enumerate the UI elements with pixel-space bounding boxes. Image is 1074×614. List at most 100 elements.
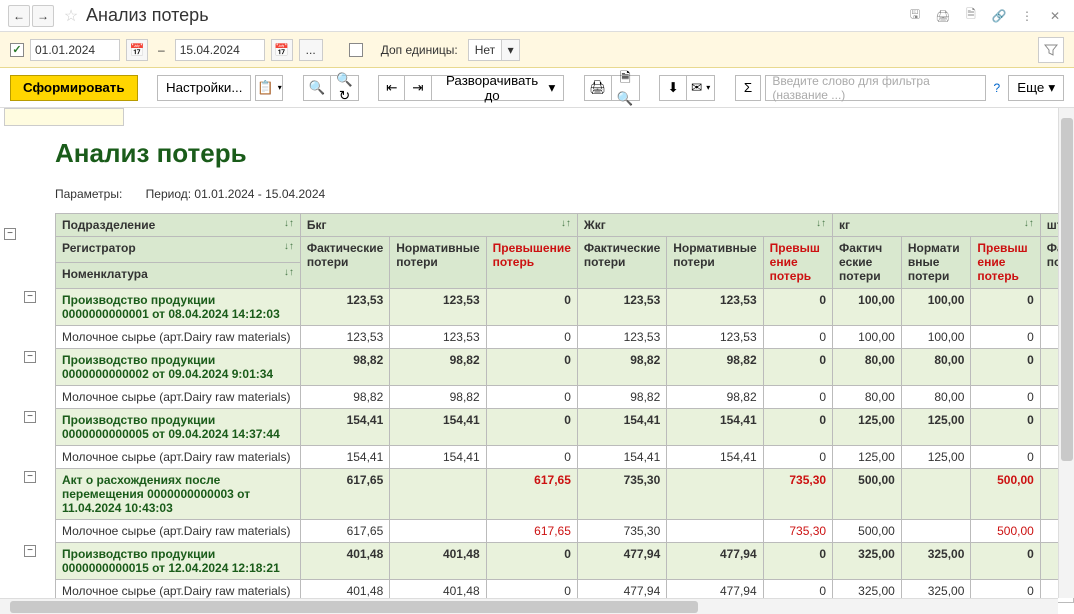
summary-row[interactable]: Производство продукции 0000000000001 от …	[56, 289, 1074, 326]
titlebar: ← → ☆ Анализ потерь 🖫 🖨 🗎 🔗 ⋮ ✕	[0, 0, 1074, 32]
value-cell: 735,30	[577, 469, 666, 520]
value-cell: 154,41	[667, 409, 763, 446]
value-cell: 98,82	[300, 386, 389, 409]
variants-button[interactable]: 📋▾	[255, 75, 283, 101]
collapse-all-button[interactable]: ⇤	[378, 75, 405, 101]
print-preview-button[interactable]: 🗎🔍	[612, 75, 640, 101]
value-cell: 500,00	[833, 469, 902, 520]
sort-icon: ↓↑	[1024, 218, 1034, 229]
link-icon[interactable]: 🔗	[988, 5, 1010, 27]
date-to-input[interactable]: 15.04.2024	[175, 39, 265, 61]
sort-icon: ↓↑	[816, 218, 826, 229]
col-exceed-2[interactable]: Превыш ение потерь	[763, 237, 832, 289]
unit-header-kg[interactable]: кг↓↑	[833, 214, 1041, 237]
col-exceed-1[interactable]: Превышение потерь	[486, 237, 577, 289]
col-fact-1[interactable]: Фактические потери	[300, 237, 389, 289]
settings-label: Настройки...	[166, 80, 242, 95]
extra-units-checkbox[interactable]	[349, 43, 363, 57]
kebab-icon[interactable]: ⋮	[1016, 5, 1038, 27]
date-to-calendar-button[interactable]: 📅	[271, 39, 293, 61]
value-cell: 100,00	[901, 326, 971, 349]
toolbar: Сформировать Настройки... 📋▾ 🔍 🔍↻ ⇤ ⇥ Ра…	[0, 68, 1074, 108]
value-cell: 125,00	[901, 446, 971, 469]
unit-header-zhkg[interactable]: Жкг↓↑	[577, 214, 832, 237]
summary-row[interactable]: Производство продукции 0000000000015 от …	[56, 543, 1074, 580]
sum-button[interactable]: Σ	[735, 75, 762, 101]
vertical-scrollbar[interactable]	[1058, 108, 1074, 598]
params-label: Параметры:	[55, 187, 122, 201]
report-title: Анализ потерь	[55, 138, 1074, 169]
print-button[interactable]: 🖨	[584, 75, 612, 101]
value-cell: 325,00	[901, 543, 971, 580]
period-checkbox[interactable]	[10, 43, 24, 57]
save-as-button[interactable]: ⬇	[659, 75, 687, 101]
nav-forward-button[interactable]: →	[32, 5, 54, 27]
help-button[interactable]: ?	[990, 81, 1005, 95]
row-collapse-button[interactable]: −	[24, 471, 36, 483]
chevron-down-icon[interactable]: ▾	[501, 40, 519, 60]
filter-input[interactable]: Введите слово для фильтра (название ...)	[765, 75, 985, 101]
group-header-subdivision[interactable]: Подразделение↓↑	[56, 214, 301, 237]
group-header-nomenclature[interactable]: Номенклатура↓↑	[56, 263, 301, 289]
value-cell: 100,00	[901, 289, 971, 326]
detail-row[interactable]: Молочное сырье (арт.Dairy raw materials)…	[56, 326, 1074, 349]
col-fact-3[interactable]: Фактич еские потери	[833, 237, 902, 289]
scrollbar-thumb[interactable]	[10, 601, 698, 613]
filter-settings-button[interactable]	[1038, 37, 1064, 63]
col-norm-2[interactable]: Нормативные потери	[667, 237, 763, 289]
col-exceed-3[interactable]: Превыш ение потерь	[971, 237, 1040, 289]
generate-button[interactable]: Сформировать	[10, 75, 138, 101]
summary-row[interactable]: Производство продукции 0000000000005 от …	[56, 409, 1074, 446]
outline-collapse-button[interactable]: −	[4, 228, 16, 240]
detail-row[interactable]: Молочное сырье (арт.Dairy raw materials)…	[56, 446, 1074, 469]
col-fact-2[interactable]: Фактические потери	[577, 237, 666, 289]
summary-row[interactable]: Акт о расхождениях после перемещения 000…	[56, 469, 1074, 520]
row-collapse-button[interactable]: −	[24, 351, 36, 363]
horizontal-scrollbar[interactable]	[0, 598, 1058, 614]
date-from-input[interactable]: 01.01.2024	[30, 39, 120, 61]
expand-to-button[interactable]: Разворачивать до ▾	[432, 75, 565, 101]
page-title: Анализ потерь	[86, 5, 209, 26]
expand-all-button[interactable]: ⇥	[405, 75, 432, 101]
row-collapse-button[interactable]: −	[24, 291, 36, 303]
value-cell: 0	[971, 543, 1040, 580]
value-cell: 98,82	[390, 349, 486, 386]
value-cell: 735,30	[763, 469, 832, 520]
sort-icon: ↓↑	[561, 218, 571, 229]
row-description: Молочное сырье (арт.Dairy raw materials)	[56, 446, 301, 469]
row-collapse-button[interactable]: −	[24, 411, 36, 423]
extra-units-combo[interactable]: Нет ▾	[468, 39, 520, 61]
summary-row[interactable]: Производство продукции 0000000000002 от …	[56, 349, 1074, 386]
spreadsheet-corner	[4, 108, 124, 126]
period-dialog-button[interactable]: ...	[299, 39, 323, 61]
save-icon[interactable]: 🖫	[904, 5, 926, 27]
scrollbar-thumb[interactable]	[1061, 118, 1073, 461]
value-cell: 0	[763, 446, 832, 469]
row-collapse-button[interactable]: −	[24, 545, 36, 557]
more-button[interactable]: Еще ▾	[1008, 75, 1064, 101]
value-cell: 98,82	[577, 349, 666, 386]
preview-icon[interactable]: 🗎	[960, 5, 982, 27]
col-norm-3[interactable]: Нормати вные потери	[901, 237, 971, 289]
detail-row[interactable]: Молочное сырье (арт.Dairy raw materials)…	[56, 520, 1074, 543]
group-header-register[interactable]: Регистратор↓↑	[56, 237, 301, 263]
chevron-down-icon: ▾	[549, 80, 556, 96]
value-cell: 735,30	[577, 520, 666, 543]
date-from-calendar-button[interactable]: 📅	[126, 39, 148, 61]
unit-header-bkg[interactable]: Бкг↓↑	[300, 214, 577, 237]
email-button[interactable]: ✉▾	[687, 75, 715, 101]
find-next-button[interactable]: 🔍↻	[331, 75, 359, 101]
settings-button[interactable]: Настройки...	[157, 75, 251, 101]
find-button[interactable]: 🔍	[303, 75, 331, 101]
favorite-icon[interactable]: ☆	[60, 5, 82, 27]
close-icon[interactable]: ✕	[1044, 5, 1066, 27]
nav-back-button[interactable]: ←	[8, 5, 30, 27]
value-cell	[390, 520, 486, 543]
col-norm-1[interactable]: Нормативные потери	[390, 237, 486, 289]
value-cell: 0	[763, 349, 832, 386]
value-cell: 0	[486, 289, 577, 326]
value-cell: 477,94	[667, 543, 763, 580]
value-cell: 0	[486, 543, 577, 580]
print-icon[interactable]: 🖨	[932, 5, 954, 27]
detail-row[interactable]: Молочное сырье (арт.Dairy raw materials)…	[56, 386, 1074, 409]
